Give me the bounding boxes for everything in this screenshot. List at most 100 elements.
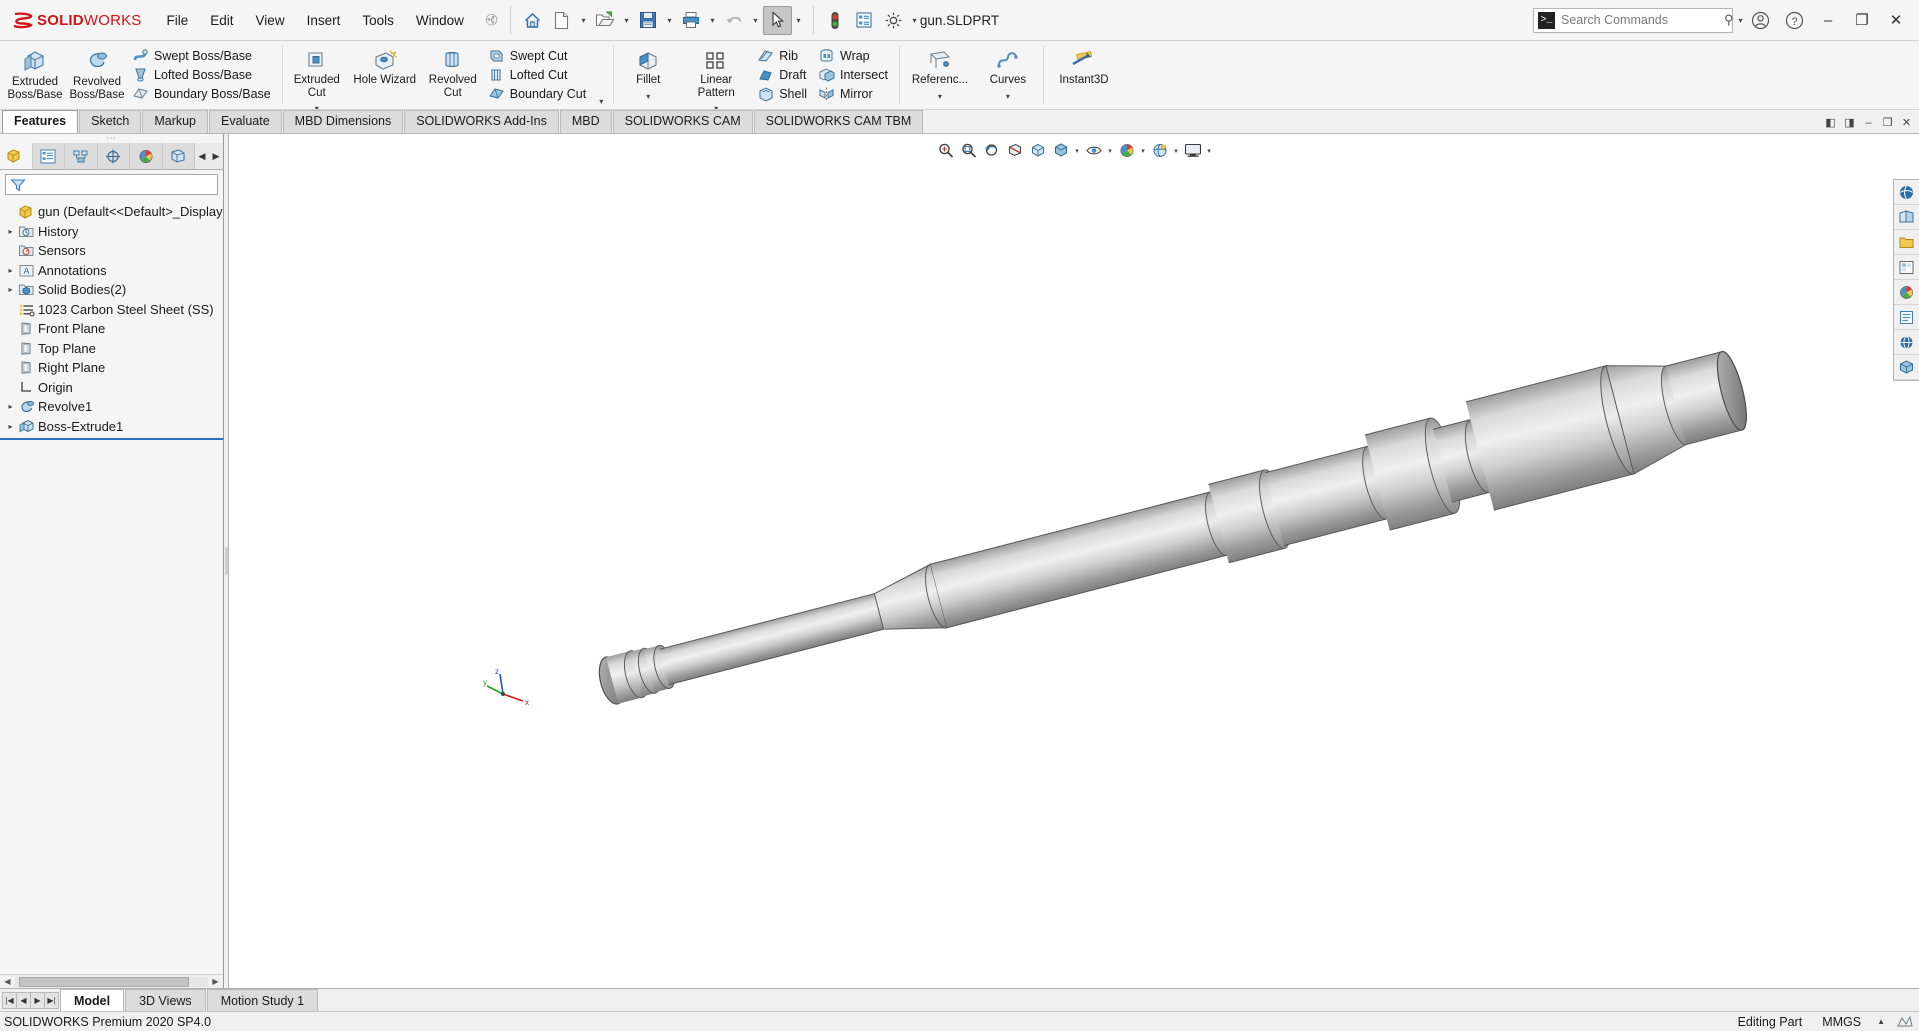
new-document-caret[interactable]: ▾	[576, 16, 590, 25]
status-units[interactable]: MMGS	[1812, 1015, 1871, 1029]
section-view-icon[interactable]	[1004, 140, 1026, 162]
lofted-cut-button[interactable]: Lofted Cut	[484, 65, 593, 84]
cut-group-caret[interactable]: ▾	[599, 97, 603, 106]
rollback-bar[interactable]	[0, 438, 223, 440]
apply-scene-icon[interactable]	[1149, 140, 1171, 162]
tree-item-sensors[interactable]: Sensors	[0, 241, 223, 261]
draft-button[interactable]: Draft	[753, 65, 814, 84]
feature-tree-tab[interactable]	[0, 143, 33, 169]
mirror-button[interactable]: Mirror	[814, 84, 895, 103]
home-icon[interactable]	[518, 6, 547, 35]
tree-item-front-plane[interactable]: Front Plane	[0, 319, 223, 339]
options-gear-icon[interactable]	[879, 6, 908, 35]
open-folder-icon[interactable]	[590, 6, 619, 35]
reference-geometry-caret[interactable]: ▾	[938, 92, 942, 101]
previous-view-icon[interactable]	[981, 140, 1003, 162]
scroll-right-arrow[interactable]: ▶	[208, 977, 223, 986]
menu-file[interactable]: File	[156, 9, 200, 32]
tab-mbd[interactable]: MBD	[559, 110, 612, 133]
minimize-button[interactable]: –	[1811, 3, 1845, 37]
menu-window[interactable]: Window	[405, 9, 475, 32]
swept-boss-base-button[interactable]: Swept Boss/Base	[128, 46, 278, 65]
hide-show-items-icon[interactable]	[1083, 140, 1105, 162]
view-palette-icon[interactable]	[1894, 255, 1919, 280]
save-caret[interactable]: ▾	[662, 16, 676, 25]
scroll-left-arrow[interactable]: ◀	[0, 977, 15, 986]
new-document-icon[interactable]	[547, 6, 576, 35]
tree-item-annotations[interactable]: ▸ A Annotations	[0, 261, 223, 281]
shell-button[interactable]: Shell	[753, 84, 814, 103]
swept-cut-button[interactable]: Swept Cut	[484, 46, 593, 65]
curves-caret[interactable]: ▾	[1006, 92, 1010, 101]
tab-evaluate[interactable]: Evaluate	[209, 110, 282, 133]
feature-tree-horizontal-scrollbar[interactable]: ◀ ▶	[0, 974, 223, 988]
tree-item-boss-extrude1[interactable]: ▸ Boss-Extrude1	[0, 417, 223, 437]
boundary-boss-base-button[interactable]: Boundary Boss/Base	[128, 84, 278, 103]
panel-grip[interactable]: ⋯	[0, 133, 223, 144]
menu-insert[interactable]: Insert	[296, 9, 352, 32]
revolved-boss-base-button[interactable]: Revolved Boss/Base	[66, 44, 128, 105]
tab-scroll-right[interactable]: ▶	[209, 151, 223, 162]
view-settings-icon[interactable]	[1182, 140, 1204, 162]
search-commands-box[interactable]: >_ ⚲ ▾	[1533, 7, 1743, 33]
display-manager-tab[interactable]	[130, 143, 163, 169]
design-library-icon[interactable]	[1894, 205, 1919, 230]
close-button[interactable]: ✕	[1879, 3, 1913, 37]
apply-scene-caret[interactable]: ▾	[1172, 147, 1181, 155]
user-account-icon[interactable]	[1743, 3, 1777, 37]
prev-tab-button[interactable]: ◀	[16, 991, 31, 1009]
custom-properties-icon[interactable]	[1894, 305, 1919, 330]
restore-doc-icon[interactable]: ❐	[1879, 114, 1896, 131]
tab-solidworks-cam[interactable]: SOLIDWORKS CAM	[612, 110, 753, 133]
next-tab-button[interactable]: ▶	[30, 991, 45, 1009]
filter-box[interactable]	[5, 174, 218, 195]
units-caret[interactable]: ▲	[1871, 1017, 1891, 1026]
open-caret[interactable]: ▾	[619, 16, 633, 25]
fillet-caret[interactable]: ▾	[646, 92, 650, 101]
edit-appearance-icon[interactable]	[1116, 140, 1138, 162]
pushpin-icon[interactable]: ✇	[481, 9, 502, 31]
tree-item-solid-bodies[interactable]: ▸ Solid Bodies(2)	[0, 280, 223, 300]
print-caret[interactable]: ▾	[706, 16, 720, 25]
display-style-caret[interactable]: ▾	[1073, 147, 1082, 155]
scroll-thumb[interactable]	[19, 976, 189, 987]
graphics-area[interactable]: ▾ ▾ ▾ ▾ ▾ y x z	[229, 134, 1919, 988]
undo-caret[interactable]: ▾	[749, 16, 763, 25]
tree-root-part[interactable]: gun (Default<<Default>_Display Sta	[0, 202, 223, 222]
select-caret[interactable]: ▾	[792, 16, 806, 25]
solid-bodies-expand-toggle[interactable]: ▸	[4, 285, 17, 294]
file-properties-icon[interactable]	[850, 6, 879, 35]
select-cursor-icon[interactable]	[762, 5, 792, 35]
tree-item-revolve1[interactable]: ▸ Revolve1	[0, 397, 223, 417]
annotations-expand-toggle[interactable]: ▸	[4, 266, 17, 275]
history-expand-toggle[interactable]: ▸	[4, 227, 17, 236]
tab-features[interactable]: Features	[2, 110, 79, 133]
rebuild-traffic-light-icon[interactable]	[821, 6, 850, 35]
search-icon[interactable]: ⚲	[1724, 12, 1734, 28]
wrap-button[interactable]: Wrap	[814, 46, 895, 65]
revolve1-expand-toggle[interactable]: ▸	[4, 402, 17, 411]
linear-pattern-button[interactable]: Linear Pattern	[679, 44, 753, 103]
hole-wizard-button[interactable]: Hole Wizard	[348, 44, 422, 91]
first-tab-button[interactable]: |◀	[2, 991, 17, 1009]
boss-extrude1-expand-toggle[interactable]: ▸	[4, 422, 17, 431]
solidworks-forum-icon[interactable]	[1894, 330, 1919, 355]
boundary-cut-button[interactable]: Boundary Cut	[484, 84, 593, 103]
options-caret[interactable]: ▾	[908, 16, 922, 25]
intersect-button[interactable]: Intersect	[814, 65, 895, 84]
reference-geometry-button[interactable]: Referenc...	[903, 44, 977, 91]
extruded-cut-button[interactable]: Extruded Cut	[286, 44, 348, 103]
bottom-tab-model[interactable]: Model	[60, 989, 125, 1011]
tree-item-right-plane[interactable]: Right Plane	[0, 358, 223, 378]
scroll-track[interactable]	[15, 976, 208, 987]
menu-tools[interactable]: Tools	[351, 9, 405, 32]
restore-panel-right-icon[interactable]: ◨	[1841, 114, 1858, 131]
tab-solidworks-addins[interactable]: SOLIDWORKS Add-Ins	[404, 110, 559, 133]
extruded-boss-base-button[interactable]: Extruded Boss/Base	[4, 44, 66, 105]
tab-solidworks-cam-tbm[interactable]: SOLIDWORKS CAM TBM	[753, 110, 924, 133]
tab-markup[interactable]: Markup	[142, 110, 209, 133]
dimxpert-manager-tab[interactable]	[97, 143, 130, 169]
cam-feature-tree-tab[interactable]	[162, 143, 195, 169]
tree-item-origin[interactable]: Origin	[0, 378, 223, 398]
appearances-scenes-icon[interactable]	[1894, 280, 1919, 305]
